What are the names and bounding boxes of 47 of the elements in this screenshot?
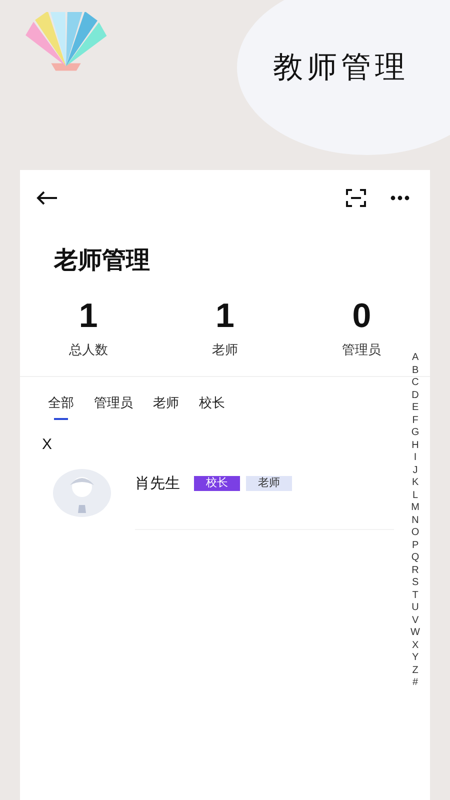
index-letter[interactable]: M (411, 502, 420, 514)
banner-title: 教师管理 (273, 49, 409, 87)
stat-label: 总人数 (68, 341, 108, 359)
index-letter[interactable]: N (412, 514, 419, 527)
index-letter[interactable]: T (412, 590, 418, 602)
filter-tab[interactable]: 管理员 (94, 388, 133, 420)
index-letter[interactable]: A (412, 352, 419, 364)
index-letter[interactable]: K (412, 477, 419, 490)
index-letter[interactable]: V (412, 614, 419, 627)
index-letter[interactable]: Z (412, 664, 418, 677)
index-letter[interactable]: G (411, 427, 420, 440)
filter-tab[interactable]: 老师 (153, 388, 179, 420)
filter-tab[interactable]: 校长 (199, 388, 225, 420)
stat-label: 管理员 (342, 341, 382, 359)
index-letter[interactable]: Q (411, 552, 420, 564)
scan-icon[interactable] (346, 189, 366, 207)
index-letter[interactable]: J (412, 464, 418, 477)
filter-tab[interactable]: 全部 (48, 388, 74, 420)
index-letter[interactable]: H (412, 440, 419, 452)
index-letter[interactable]: L (412, 490, 418, 502)
more-icon[interactable] (390, 195, 410, 201)
index-letter[interactable]: E (412, 402, 419, 414)
index-letter[interactable]: S (412, 577, 419, 590)
index-letter[interactable]: W (410, 627, 420, 640)
stat-value: 0 (352, 296, 372, 336)
stat-label: 老师 (212, 341, 238, 359)
index-letter[interactable]: P (412, 540, 419, 552)
avatar-icon (53, 468, 111, 516)
index-letter[interactable]: R (412, 564, 419, 577)
stat-value: 1 (216, 296, 234, 336)
section-letter: X (42, 435, 52, 455)
index-letter[interactable]: # (412, 677, 418, 690)
back-arrow-icon[interactable] (36, 191, 58, 205)
stat-value: 1 (78, 296, 98, 336)
index-letter[interactable]: U (412, 602, 419, 614)
index-letter[interactable]: F (412, 414, 418, 427)
index-letter[interactable]: O (411, 527, 420, 540)
index-letter[interactable]: B (412, 364, 419, 377)
index-letter[interactable]: C (412, 377, 419, 390)
index-letter[interactable]: D (412, 390, 419, 402)
page-title: 老师管理 (54, 246, 150, 276)
role-tag: 老师 (246, 476, 292, 492)
index-letter[interactable]: X (412, 640, 419, 652)
role-tag: 校长 (194, 476, 240, 492)
teacher-name: 肖先生 (135, 474, 180, 494)
index-letter[interactable]: I (414, 452, 417, 464)
index-letter[interactable]: Y (412, 652, 419, 664)
